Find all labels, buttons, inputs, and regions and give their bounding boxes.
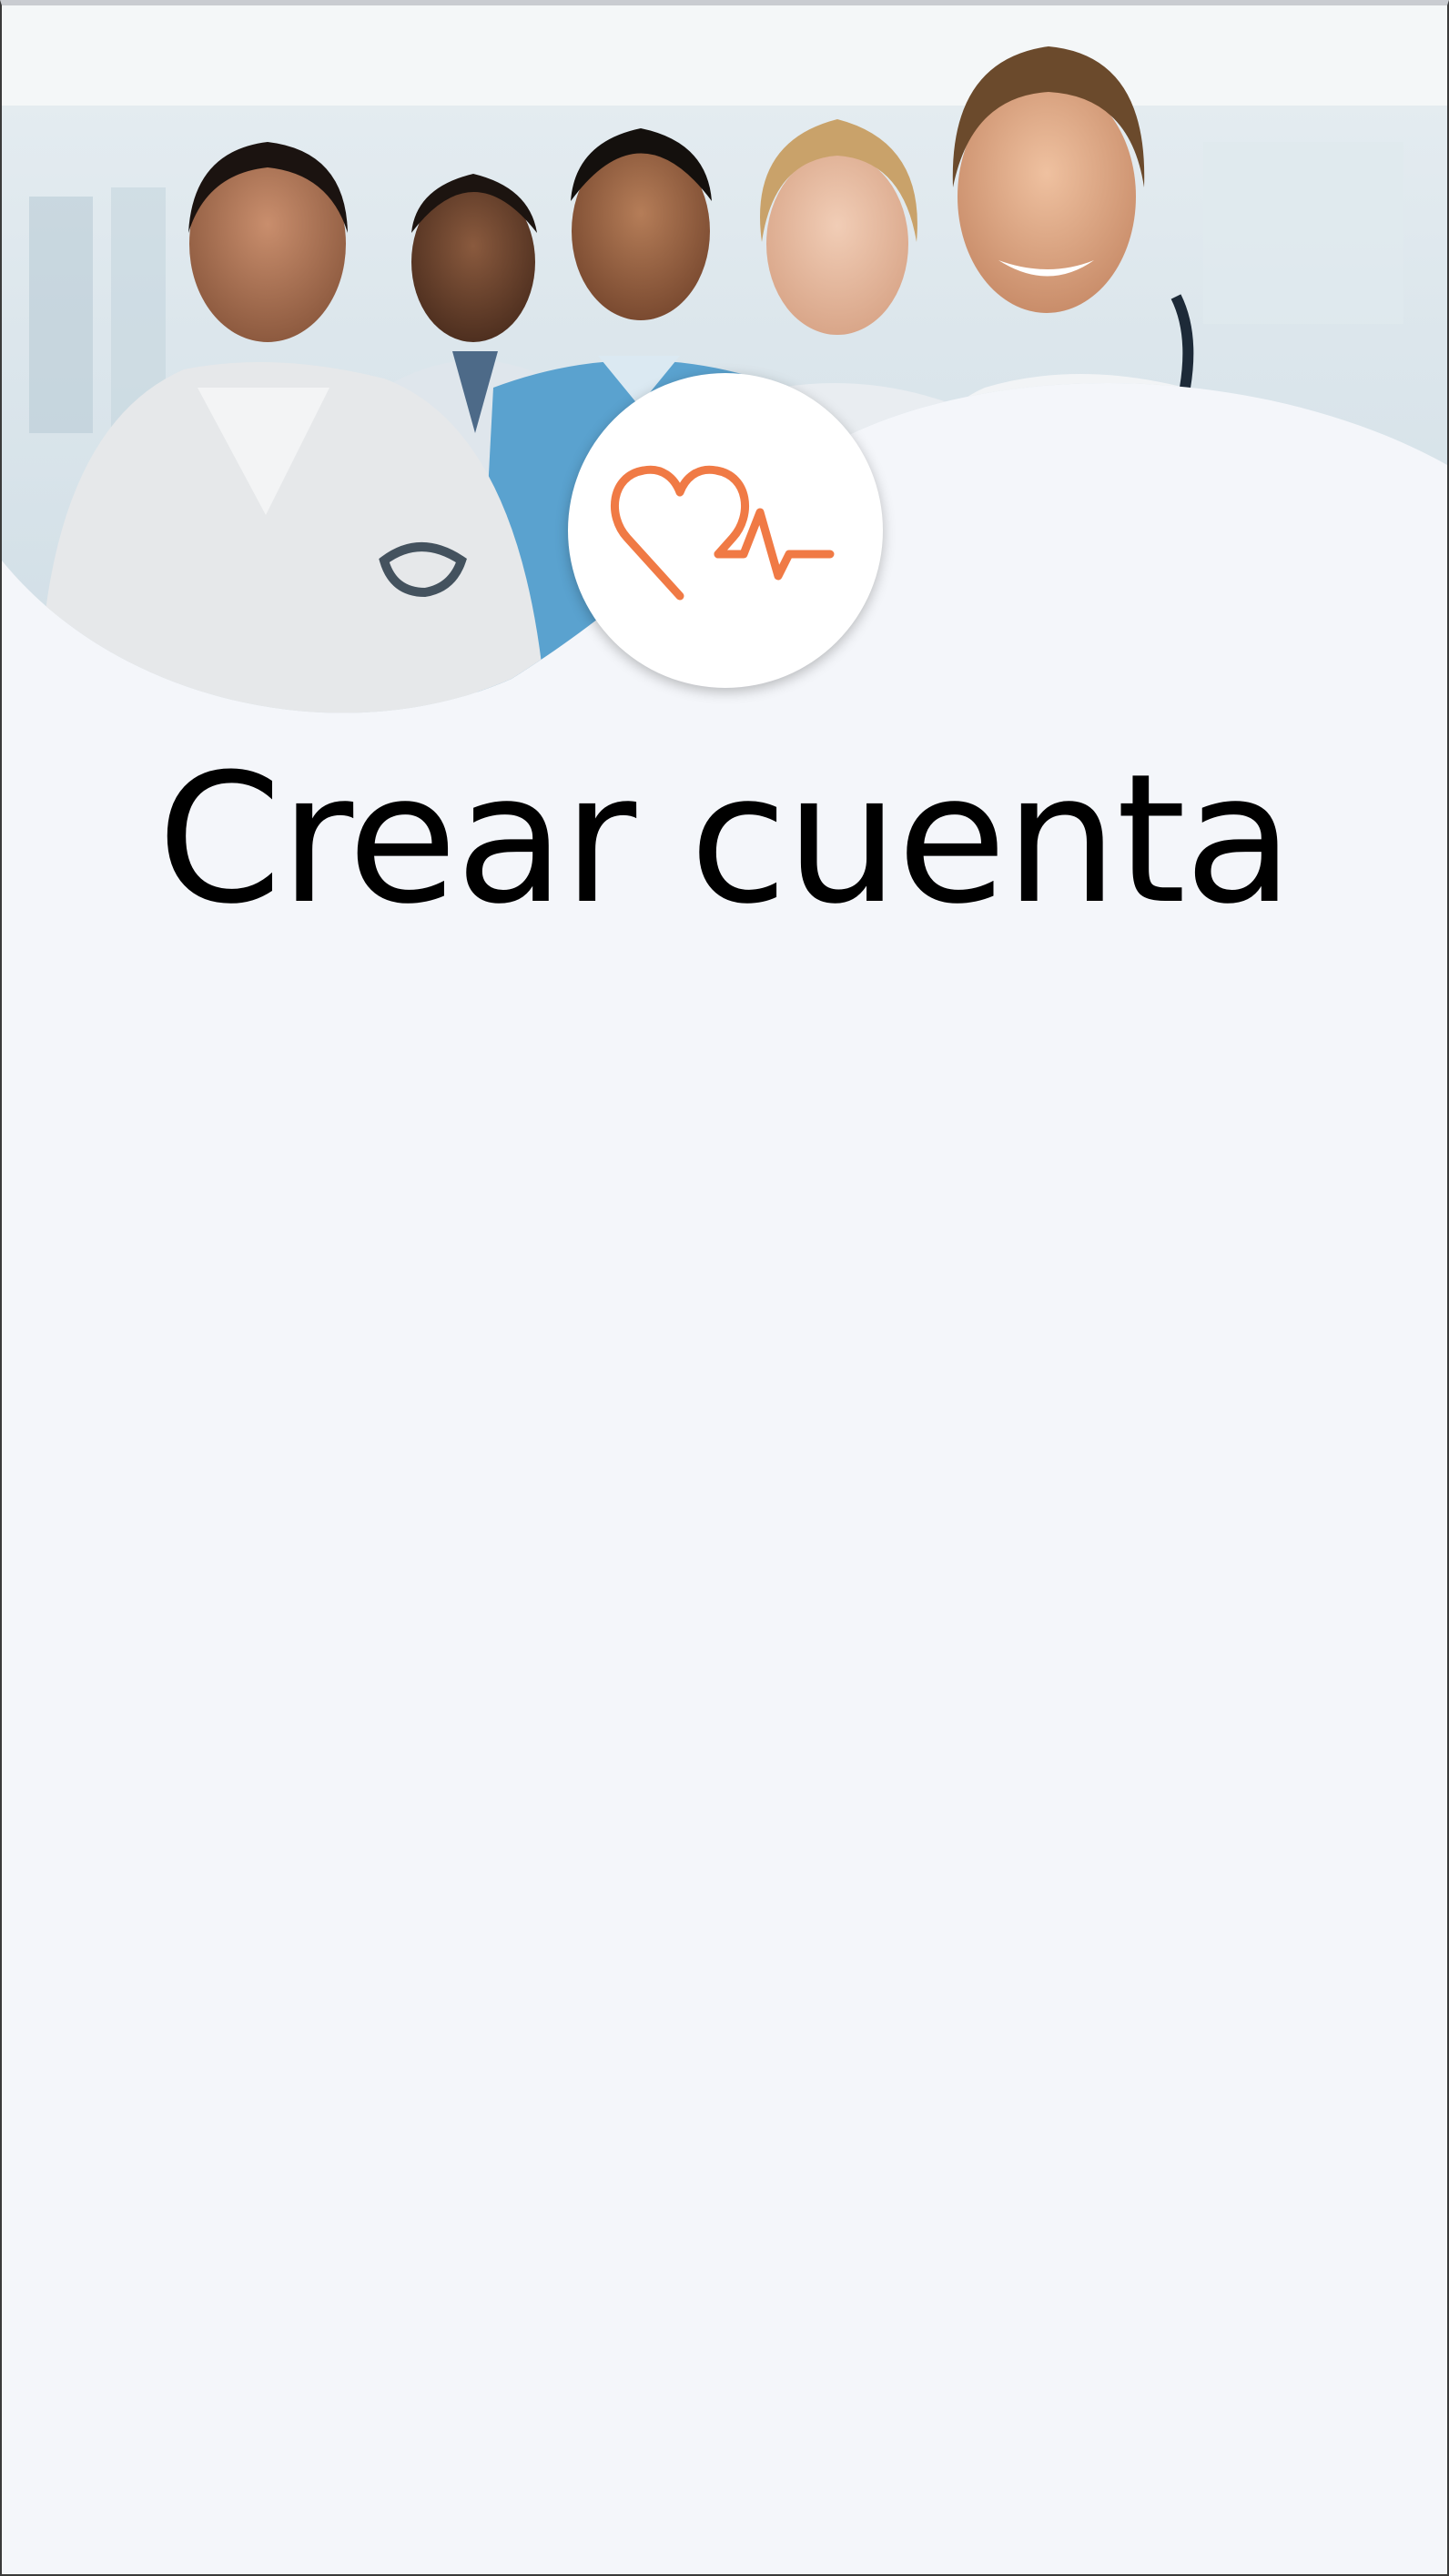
- app-logo-badge: [568, 373, 883, 688]
- hero-header: [2, 5, 1447, 733]
- create-account-screen: Crear cuenta: [0, 0, 1449, 2576]
- page-title: Crear cuenta: [157, 736, 1293, 944]
- heart-pulse-icon: [611, 465, 835, 601]
